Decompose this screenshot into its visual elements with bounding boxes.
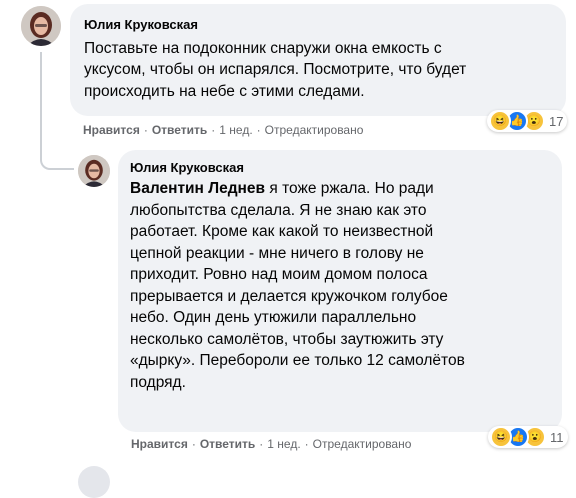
separator: · [143, 123, 148, 137]
avatar[interactable] [21, 6, 61, 46]
comment-line-rest: я тоже ржала. Но ради [265, 180, 434, 197]
thread-line [40, 52, 42, 120]
comment-line: работает. Кроме как какой то неизвестной [130, 223, 434, 240]
avatar[interactable] [78, 466, 110, 498]
comment-line: небо. Один день утюжили параллельно [130, 309, 417, 326]
separator: · [259, 437, 264, 451]
comment-text: Поставьте на подоконник снаружи окна емк… [84, 38, 560, 102]
separator: · [304, 437, 309, 451]
edited-label: Отредактировано [264, 123, 364, 137]
reaction-summary[interactable]: 😆 👍 😮 17 [487, 110, 568, 132]
reaction-count: 11 [550, 429, 564, 445]
reply-button[interactable]: Ответить [200, 437, 255, 451]
comment-line: Поставьте на подоконник снаружи окна емк… [84, 40, 442, 57]
comment-actions: Нравится · Ответить · 1 нед. · Отредакти… [131, 437, 411, 451]
comment-line: «дырку». Перебороли ее только 12 самолёт… [130, 352, 465, 369]
separator: · [256, 123, 261, 137]
mention-link[interactable]: Валентин Леднев [130, 180, 265, 197]
comment-bubble: Юлия Круковская Поставьте на подоконник … [70, 4, 566, 116]
comment-line: несколько самолётов, чтобы заутюжить эту [130, 330, 444, 348]
comment-line: любопытства сделала. Я не знаю как это [130, 201, 427, 219]
like-button[interactable]: Нравится [83, 123, 140, 137]
comment-text: Валентин Леднев я тоже ржала. Но ради лю… [130, 178, 558, 393]
comment-line: приходит. Ровно над моим домом полоса [130, 266, 428, 283]
separator: · [191, 437, 196, 451]
separator: · [211, 123, 216, 137]
timestamp[interactable]: 1 нед. [267, 437, 300, 451]
comment-author[interactable]: Юлия Круковская [84, 17, 198, 32]
avatar-photo-icon [78, 155, 110, 187]
comment-line: происходить на небе с этими следами. [84, 82, 365, 100]
reaction-summary[interactable]: 😆 👍 😮 11 [488, 426, 568, 448]
comment-line: прерывается и делается кружочком голубое [130, 287, 448, 305]
comment-line: Валентин Леднев я тоже ржала. Но ради [130, 178, 558, 200]
avatar-photo-icon [21, 6, 61, 46]
edited-label: Отредактировано [312, 437, 412, 451]
haha-icon: 😆 [489, 110, 511, 132]
avatar[interactable] [78, 155, 110, 187]
thread-line [40, 118, 74, 170]
comment-line: цепной реакции - мне ничего в голову не [130, 244, 424, 262]
comment-line: подряд. [130, 373, 186, 391]
timestamp[interactable]: 1 нед. [219, 123, 252, 137]
like-button[interactable]: Нравится [131, 437, 188, 451]
reaction-count: 17 [549, 113, 564, 129]
haha-icon: 😆 [490, 426, 512, 448]
comment-actions: Нравится · Ответить · 1 нед. · Отредакти… [83, 123, 363, 137]
comment-author[interactable]: Юлия Круковская [130, 160, 244, 175]
comment-bubble: Юлия Круковская Валентин Леднев я тоже р… [118, 150, 562, 432]
reply-button[interactable]: Ответить [152, 123, 207, 137]
comment-line: уксусом, чтобы он испарялся. Посмотрите,… [84, 61, 467, 79]
